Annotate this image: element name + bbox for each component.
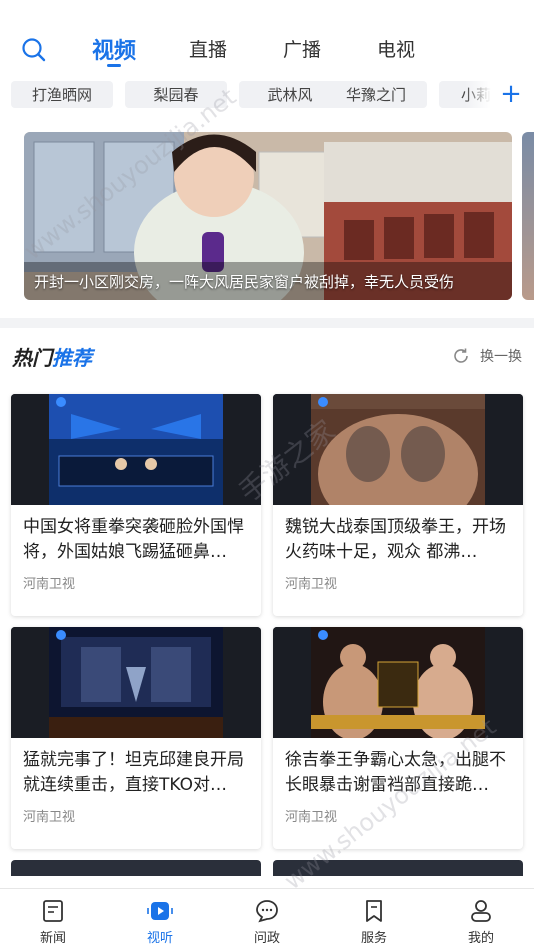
hot-section: 热门推荐 换一换 中国女将重拳突袭砸脸外国悍将，外国姑娘飞踢猛砸鼻… 河南卫视 — [0, 328, 534, 888]
video-source: 河南卫视 — [285, 577, 338, 592]
video-title: 魏锐大战泰国顶级拳王，开场火药味十足，观众 都沸… — [285, 517, 506, 562]
chip-fade — [465, 81, 491, 108]
channel-chip[interactable]: 梨园春 — [125, 81, 227, 108]
tab-radio[interactable]: 广播 — [283, 35, 321, 62]
chat-icon — [256, 900, 278, 923]
video-icon — [147, 902, 173, 920]
video-card[interactable]: 魏锐大战泰国顶级拳王，开场火药味十足，观众 都沸… 河南卫视 — [273, 394, 523, 616]
top-bar: 视频 直播 广播 电视 打渔晒网 梨园春 武林风 华豫之门 小莉 + — [0, 0, 534, 118]
refresh-icon — [454, 348, 468, 363]
video-title: 中国女将重拳突袭砸脸外国悍将，外国姑娘飞踢猛砸鼻… — [23, 517, 244, 562]
search-icon[interactable] — [20, 36, 48, 64]
bookmark-icon — [366, 900, 382, 922]
nav-profile[interactable]: 我的 — [441, 889, 521, 949]
video-card[interactable]: 中国女将重拳突袭砸脸外国悍将，外国姑娘飞踢猛砸鼻… 河南卫视 — [11, 394, 261, 616]
channel-chip[interactable]: 打渔晒网 — [11, 81, 113, 108]
nav-label: 问政 — [253, 931, 280, 946]
channel-chips: 打渔晒网 梨园春 武林风 华豫之门 小莉 — [11, 81, 491, 108]
user-icon — [471, 900, 491, 922]
video-title: 猛就完事了！坦克邱建良开局就连续重击，直接TKO对… — [23, 750, 244, 795]
video-title: 徐吉拳王争霸心太急，出腿不长眼暴击谢雷裆部直接跪… — [285, 750, 506, 795]
bottom-nav: 新闻 视听 问政 服务 我的 — [0, 888, 534, 949]
nav-label: 新闻 — [39, 931, 66, 946]
video-card[interactable]: 徐吉拳王争霸心太急，出腿不长眼暴击谢雷裆部直接跪… 河南卫视 — [273, 627, 523, 849]
add-channel-icon[interactable]: + — [497, 80, 525, 108]
video-thumbnail — [273, 627, 523, 738]
news-icon — [43, 900, 63, 922]
nav-service[interactable]: 服务 — [334, 889, 414, 949]
video-card[interactable]: 猛就完事了！坦克邱建良开局就连续重击，直接TKO对… 河南卫视 — [11, 627, 261, 849]
video-card-peek[interactable] — [11, 860, 261, 876]
nav-video[interactable]: 视听 — [120, 889, 200, 949]
video-thumbnail — [273, 394, 523, 505]
nav-inquiry[interactable]: 问政 — [227, 889, 307, 949]
video-card-peek[interactable] — [273, 860, 523, 876]
media-tabs: 视频 直播 广播 电视 — [70, 28, 450, 68]
banner-slide[interactable]: 开封一小区刚交房，一阵大风居民家窗户被刮掉，幸无人员受伤 — [24, 132, 512, 300]
nav-label: 服务 — [360, 931, 387, 946]
tab-tv[interactable]: 电视 — [377, 35, 415, 62]
next-banner-peek[interactable] — [522, 132, 534, 300]
video-thumbnail — [11, 394, 261, 505]
channel-chip[interactable]: 华豫之门 — [325, 81, 427, 108]
tab-video[interactable]: 视频 — [92, 33, 136, 65]
video-source: 河南卫视 — [23, 577, 76, 592]
banner-caption: 开封一小区刚交房，一阵大风居民家窗户被刮掉，幸无人员受伤 — [34, 273, 455, 291]
tab-live[interactable]: 直播 — [189, 35, 227, 62]
video-thumbnail — [11, 627, 261, 738]
active-tab-indicator — [107, 64, 121, 67]
refresh-button[interactable]: 换一换 — [452, 346, 522, 366]
nav-news[interactable]: 新闻 — [13, 889, 93, 949]
nav-label: 我的 — [467, 931, 494, 946]
section-title: 热门推荐 — [12, 346, 92, 370]
banner-carousel: 开封一小区刚交房，一阵大风居民家窗户被刮掉，幸无人员受伤 — [0, 118, 534, 318]
video-source: 河南卫视 — [285, 810, 338, 825]
nav-label: 视听 — [146, 931, 173, 946]
video-source: 河南卫视 — [23, 810, 76, 825]
